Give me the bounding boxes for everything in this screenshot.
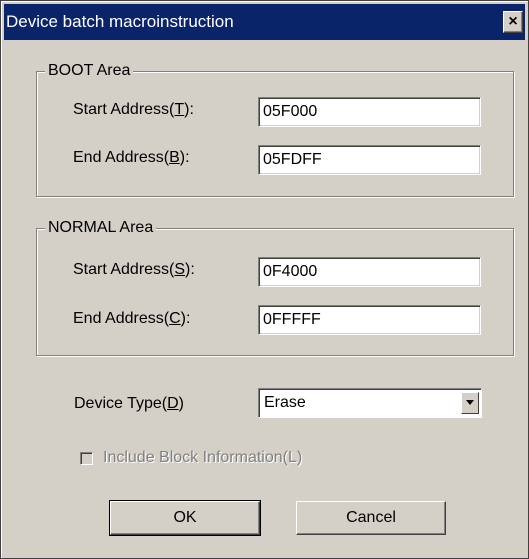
normal-end-address-value: 0FFFFF — [263, 311, 321, 328]
device-type-value: Erase — [264, 394, 306, 411]
cancel-button[interactable]: Cancel — [296, 501, 446, 535]
normal-area-group: NORMAL Area Start Address(S): 0F4000 End… — [36, 218, 514, 356]
boot-area-label: BOOT Area — [45, 61, 134, 81]
boot-start-address-value: 05F000 — [263, 103, 318, 120]
close-button[interactable]: × — [503, 11, 523, 33]
boot-start-address-input[interactable]: 05F000 — [258, 97, 481, 127]
include-block-checkbox-row: Include Block Information(L) — [80, 449, 302, 467]
boot-end-address-label: End Address(B): — [73, 149, 190, 166]
close-icon: × — [508, 13, 518, 30]
device-type-dropdown-button[interactable] — [461, 392, 479, 414]
include-block-checkbox — [80, 451, 93, 465]
device-type-select[interactable]: Erase — [258, 388, 482, 418]
normal-end-address-input[interactable]: 0FFFFF — [258, 305, 481, 335]
title-bar[interactable]: Device batch macroinstruction × — [4, 4, 525, 40]
normal-start-address-label: Start Address(S): — [73, 261, 195, 278]
chevron-down-icon — [466, 400, 474, 405]
normal-start-address-input[interactable]: 0F4000 — [258, 257, 481, 287]
dialog-window: Device batch macroinstruction × BOOT Are… — [0, 0, 529, 559]
normal-start-address-value: 0F4000 — [263, 263, 318, 280]
device-type-label: Device Type(D) — [74, 395, 184, 412]
window-title: Device batch macroinstruction — [6, 12, 234, 31]
normal-area-label: NORMAL Area — [45, 218, 157, 238]
include-block-label: Include Block Information(L) — [103, 449, 303, 466]
ok-button[interactable]: OK — [109, 500, 261, 536]
boot-area-group: BOOT Area Start Address(T): 05F000 End A… — [36, 61, 514, 197]
normal-end-address-label: End Address(C): — [73, 310, 191, 327]
boot-end-address-value: 05FDFF — [263, 151, 322, 168]
boot-end-address-input[interactable]: 05FDFF — [258, 145, 481, 175]
boot-start-address-label: Start Address(T): — [73, 101, 194, 118]
